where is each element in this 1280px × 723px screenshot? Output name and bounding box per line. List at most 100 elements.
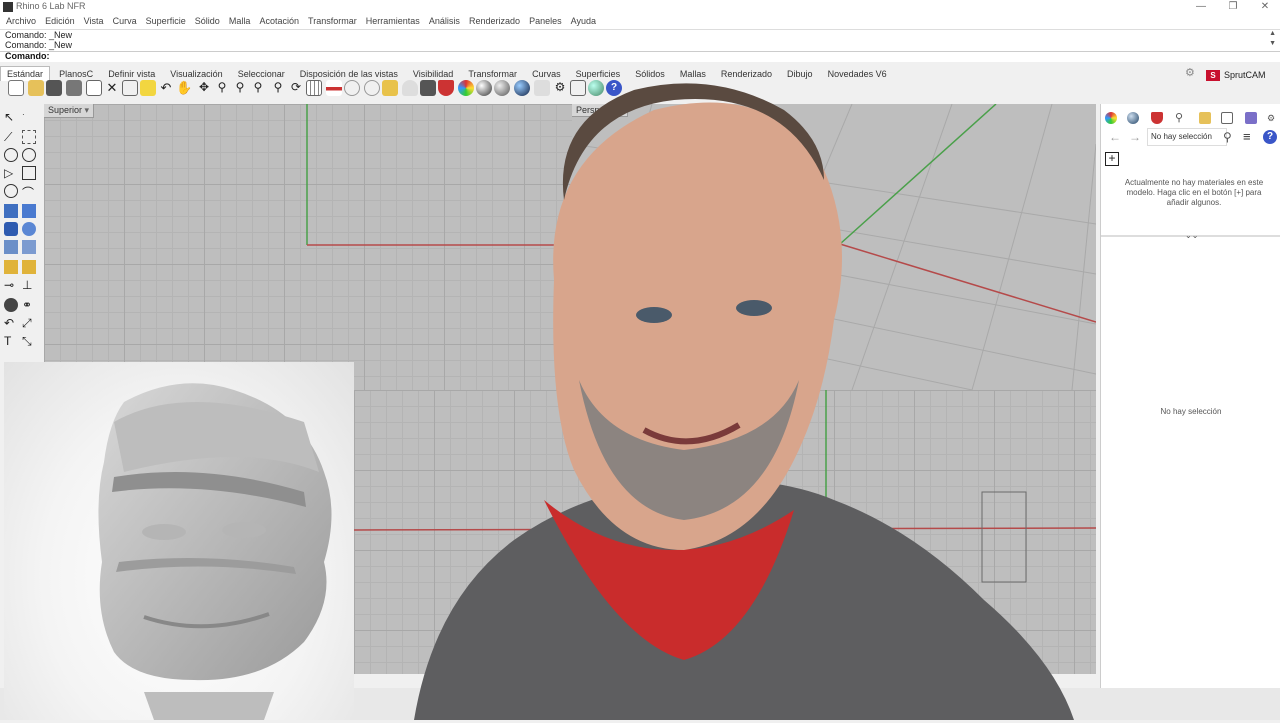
material-panel-icon[interactable] bbox=[1127, 112, 1139, 124]
sprutcam-button[interactable]: S SprutCAM bbox=[1206, 69, 1276, 83]
close-button[interactable]: ✕ bbox=[1250, 0, 1280, 14]
menu-ayuda[interactable]: Ayuda bbox=[571, 14, 596, 29]
select-arrow-icon[interactable]: ↖ bbox=[4, 110, 18, 124]
zoom-selected-icon[interactable]: ⚲ bbox=[270, 80, 286, 96]
circle-icon[interactable] bbox=[4, 148, 18, 162]
add-material-button[interactable]: + bbox=[1105, 152, 1119, 166]
tab-mallas[interactable]: Mallas bbox=[674, 67, 712, 81]
tab-seleccionar[interactable]: Seleccionar bbox=[232, 67, 291, 81]
grid-layout-icon[interactable] bbox=[306, 80, 322, 96]
layers-panel-icon[interactable] bbox=[1151, 112, 1163, 124]
open-folder-icon[interactable] bbox=[28, 80, 44, 96]
zoom-extents-icon[interactable]: ⚲ bbox=[250, 80, 266, 96]
print-icon[interactable] bbox=[66, 80, 82, 96]
rotate-tool-icon[interactable]: ↶ bbox=[4, 316, 18, 330]
sprutcam-logo-icon: S bbox=[1206, 70, 1220, 81]
tab-definir-vista[interactable]: Definir vista bbox=[102, 67, 161, 81]
menu-analisis[interactable]: Análisis bbox=[429, 14, 460, 29]
pan-hand-icon[interactable]: ✋ bbox=[176, 80, 192, 96]
undo-icon[interactable]: ↶ bbox=[158, 80, 174, 96]
forward-arrow-icon[interactable]: → bbox=[1129, 130, 1141, 144]
rotate-view-icon[interactable]: ⟳ bbox=[288, 80, 304, 96]
maximize-button[interactable]: ❐ bbox=[1218, 0, 1248, 14]
collapse-chevron-icon[interactable]: ⌄⌄ bbox=[1185, 231, 1198, 240]
trim-icon[interactable]: ⊥ bbox=[22, 278, 36, 292]
new-file-icon[interactable] bbox=[8, 80, 24, 96]
cut-icon[interactable]: ✕ bbox=[104, 80, 120, 96]
boolean-icon[interactable] bbox=[4, 260, 18, 274]
tab-visibilidad[interactable]: Visibilidad bbox=[407, 67, 459, 81]
tab-visualizacion[interactable]: Visualización bbox=[164, 67, 228, 81]
link-panel-icon[interactable]: ⚲ bbox=[1175, 112, 1187, 124]
menu-herramientas[interactable]: Herramientas bbox=[366, 14, 420, 29]
text-tool-icon[interactable]: T bbox=[4, 334, 18, 348]
menu-acotacion[interactable]: Acotación bbox=[259, 14, 299, 29]
surface-icon[interactable] bbox=[4, 204, 18, 218]
extrude-icon[interactable] bbox=[22, 260, 36, 274]
polygon-icon[interactable]: ▷ bbox=[4, 166, 18, 180]
color-panel-icon[interactable] bbox=[1105, 112, 1117, 124]
split-icon[interactable]: ⊸ bbox=[4, 278, 18, 292]
import-icon[interactable] bbox=[86, 80, 102, 96]
fillet-icon[interactable]: ⌒ bbox=[22, 184, 36, 200]
gear-icon[interactable]: ⚙ bbox=[1185, 66, 1195, 79]
menu-vista[interactable]: Vista bbox=[84, 14, 104, 29]
tab-planosc[interactable]: PlanosC bbox=[53, 67, 99, 81]
scale-tool-icon[interactable]: ⤢ bbox=[22, 316, 36, 330]
folder-panel-icon[interactable] bbox=[1199, 112, 1211, 124]
move-tool-icon[interactable]: ⤡ bbox=[22, 334, 36, 348]
search-icon[interactable]: ⚲ bbox=[1223, 130, 1232, 144]
polyline-icon[interactable]: ⟋ bbox=[4, 130, 18, 144]
analyze-icon[interactable] bbox=[4, 298, 18, 312]
panel-options-icon[interactable]: ⚙ bbox=[1267, 112, 1279, 124]
library-panel-icon[interactable] bbox=[1245, 112, 1257, 124]
save-icon[interactable] bbox=[46, 80, 62, 96]
mesh-icon[interactable] bbox=[22, 240, 36, 254]
back-arrow-icon[interactable]: ← bbox=[1109, 130, 1121, 144]
menu-superficie[interactable]: Superficie bbox=[146, 14, 186, 29]
viewport-title[interactable]: Superior ▾ bbox=[44, 104, 95, 118]
tab-transformar[interactable]: Transformar bbox=[462, 67, 523, 81]
zoom-icon[interactable]: ⚲ bbox=[214, 80, 230, 96]
arc-icon[interactable] bbox=[4, 184, 18, 198]
tab-solidos[interactable]: Sólidos bbox=[629, 67, 671, 81]
command-input[interactable]: Comando: bbox=[0, 51, 1280, 62]
paste-icon[interactable] bbox=[140, 80, 156, 96]
box-solid-icon[interactable] bbox=[4, 222, 18, 236]
copy-icon[interactable] bbox=[122, 80, 138, 96]
tab-dibujo[interactable]: Dibujo bbox=[781, 67, 819, 81]
menu-solido[interactable]: Sólido bbox=[195, 14, 220, 29]
tab-superficies[interactable]: Superficies bbox=[570, 67, 627, 81]
loft-icon[interactable] bbox=[22, 204, 36, 218]
selection-field[interactable]: No hay selección bbox=[1147, 128, 1227, 146]
rectangle-icon[interactable] bbox=[22, 166, 36, 180]
curve-icon[interactable] bbox=[22, 130, 36, 144]
tab-novedades-v6[interactable]: Novedades V6 bbox=[822, 67, 893, 81]
cplane-icon[interactable] bbox=[326, 80, 342, 96]
menu-transformar[interactable]: Transformar bbox=[308, 14, 357, 29]
menu-paneles[interactable]: Paneles bbox=[529, 14, 562, 29]
head-sculpture-image bbox=[98, 383, 332, 720]
table-panel-icon[interactable] bbox=[1221, 112, 1233, 124]
menu-curva[interactable]: Curva bbox=[113, 14, 137, 29]
cylinder-icon[interactable] bbox=[4, 240, 18, 254]
ellipse-icon[interactable] bbox=[22, 148, 36, 162]
point-icon[interactable]: · bbox=[22, 110, 36, 124]
menu-malla[interactable]: Malla bbox=[229, 14, 251, 29]
tab-disposicion[interactable]: Disposición de las vistas bbox=[294, 67, 404, 81]
scroll-down-icon[interactable]: ▼ bbox=[1269, 40, 1276, 47]
tab-renderizado[interactable]: Renderizado bbox=[715, 67, 778, 81]
tab-curvas[interactable]: Curvas bbox=[526, 67, 567, 81]
tab-estandar[interactable]: Estándar bbox=[0, 66, 51, 81]
help-icon[interactable]: ? bbox=[1263, 130, 1277, 144]
menu-renderizado[interactable]: Renderizado bbox=[469, 14, 520, 29]
sphere-solid-icon[interactable] bbox=[22, 222, 36, 236]
menu-icon[interactable]: ≡ bbox=[1243, 129, 1251, 144]
scroll-up-icon[interactable]: ▲ bbox=[1269, 30, 1276, 37]
menu-edicion[interactable]: Edición bbox=[45, 14, 75, 29]
menu-archivo[interactable]: Archivo bbox=[6, 14, 36, 29]
zoom-window-icon[interactable]: ⚲ bbox=[232, 80, 248, 96]
move-view-icon[interactable]: ✥ bbox=[196, 80, 212, 96]
dimension-tool-icon[interactable]: ⚭ bbox=[22, 298, 36, 312]
minimize-button[interactable]: — bbox=[1186, 0, 1216, 14]
